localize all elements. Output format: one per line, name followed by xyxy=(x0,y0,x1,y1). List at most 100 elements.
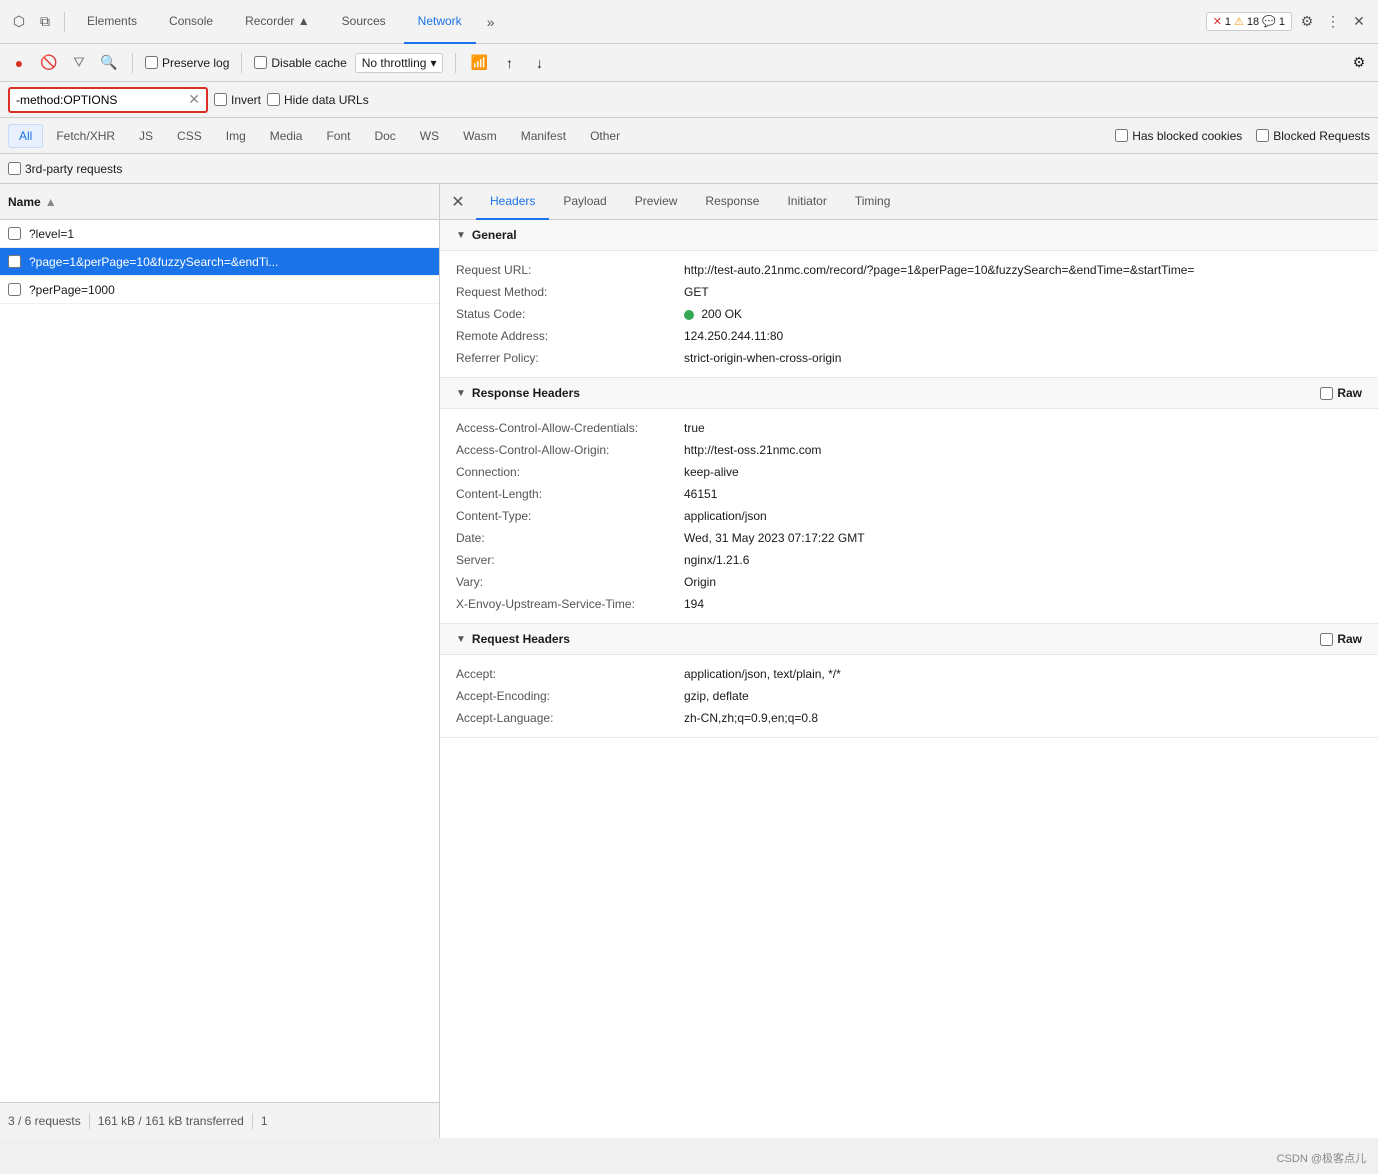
search-box[interactable]: ✕ xyxy=(8,87,208,113)
filter-tab-css[interactable]: CSS xyxy=(166,124,213,148)
error-count: ✕ xyxy=(1213,15,1222,28)
filter-bar: ✕ Invert Hide data URLs xyxy=(0,82,1378,118)
detail-row-server: Server: nginx/1.21.6 xyxy=(440,549,1378,571)
invert-checkbox[interactable]: Invert xyxy=(214,93,261,107)
clear-button[interactable]: 🚫 xyxy=(38,52,60,74)
sort-arrow-icon: ▲ xyxy=(45,195,57,209)
server-label: Server: xyxy=(456,553,676,567)
search-icon[interactable]: 🔍 xyxy=(98,52,120,74)
disable-cache-input[interactable] xyxy=(254,56,267,69)
request-item-0[interactable]: ?level=1 xyxy=(0,220,439,248)
more-icon[interactable]: ⋮ xyxy=(1322,11,1344,33)
divider xyxy=(64,12,65,32)
raw-checkbox-response[interactable]: Raw xyxy=(1320,386,1362,400)
raw-input-response[interactable] xyxy=(1320,387,1333,400)
request-list: ?level=1 ?page=1&perPage=10&fuzzySearch=… xyxy=(0,220,439,1102)
has-blocked-cookies-input[interactable] xyxy=(1115,129,1128,142)
filter-tab-media[interactable]: Media xyxy=(259,124,314,148)
wifi-icon[interactable]: 📶 xyxy=(468,52,490,74)
third-party-checkbox[interactable]: 3rd-party requests xyxy=(8,162,122,176)
filter-tab-manifest[interactable]: Manifest xyxy=(510,124,577,148)
content-length-label: Content-Length: xyxy=(456,487,676,501)
filter-tab-all[interactable]: All xyxy=(8,124,43,148)
preserve-log-checkbox[interactable]: Preserve log xyxy=(145,56,229,70)
throttle-select[interactable]: No throttling ▾ xyxy=(355,53,444,73)
request-headers-section-header[interactable]: ▼ Request Headers Raw xyxy=(440,624,1378,655)
tab-recorder[interactable]: Recorder ▲ xyxy=(231,0,324,44)
error-badge[interactable]: ✕ 1 ⚠ 18 💬 1 xyxy=(1206,12,1292,31)
main-content: Name ▲ ?level=1 ?page=1&perPage=10&fuzzy… xyxy=(0,184,1378,1138)
upload-icon[interactable]: ↑ xyxy=(498,52,520,74)
filter-tab-doc[interactable]: Doc xyxy=(363,124,406,148)
has-blocked-cookies-label: Has blocked cookies xyxy=(1132,129,1242,143)
invert-input[interactable] xyxy=(214,93,227,106)
close-icon[interactable]: ✕ xyxy=(1348,11,1370,33)
request-headers-body: Accept: application/json, text/plain, */… xyxy=(440,655,1378,737)
filter-tab-font[interactable]: Font xyxy=(315,124,361,148)
tab-payload[interactable]: Payload xyxy=(549,184,620,220)
tab-timing[interactable]: Timing xyxy=(841,184,905,220)
raw-checkbox-request[interactable]: Raw xyxy=(1320,632,1362,646)
aca-origin-label: Access-Control-Allow-Origin: xyxy=(456,443,676,457)
filter-tab-fetchxhr[interactable]: Fetch/XHR xyxy=(45,124,126,148)
request-checkbox-1[interactable] xyxy=(8,255,21,268)
search-input[interactable] xyxy=(16,93,184,107)
server-value: nginx/1.21.6 xyxy=(684,553,1362,567)
accept-value: application/json, text/plain, */* xyxy=(684,667,1362,681)
accept-encoding-label: Accept-Encoding: xyxy=(456,689,676,703)
request-item-2[interactable]: ?perPage=1000 xyxy=(0,276,439,304)
aca-credentials-label: Access-Control-Allow-Credentials: xyxy=(456,421,676,435)
tab-sources[interactable]: Sources xyxy=(328,0,400,44)
settings-icon[interactable]: ⚙ xyxy=(1296,11,1318,33)
third-party-label: 3rd-party requests xyxy=(25,162,122,176)
third-party-input[interactable] xyxy=(8,162,21,175)
filter-tab-wasm[interactable]: Wasm xyxy=(452,124,508,148)
filter-tab-img[interactable]: Img xyxy=(215,124,257,148)
filter-tab-js[interactable]: JS xyxy=(128,124,164,148)
warn-number: 18 xyxy=(1247,16,1259,28)
close-panel-button[interactable]: ✕ xyxy=(448,192,468,212)
tab-network[interactable]: Network xyxy=(404,0,476,44)
device-icon[interactable]: ⧉ xyxy=(34,11,56,33)
has-blocked-cookies-checkbox[interactable]: Has blocked cookies xyxy=(1115,129,1242,143)
blocked-requests-label: Blocked Requests xyxy=(1273,129,1370,143)
blocked-requests-input[interactable] xyxy=(1256,129,1269,142)
connection-value: keep-alive xyxy=(684,465,1362,479)
detail-row-aca-origin: Access-Control-Allow-Origin: http://test… xyxy=(440,439,1378,461)
chevron-down-icon: ▾ xyxy=(430,56,436,70)
request-checkbox-0[interactable] xyxy=(8,227,21,240)
preserve-log-input[interactable] xyxy=(145,56,158,69)
hide-data-urls-checkbox[interactable]: Hide data URLs xyxy=(267,93,369,107)
request-checkbox-2[interactable] xyxy=(8,283,21,296)
response-headers-section-header[interactable]: ▼ Response Headers Raw xyxy=(440,378,1378,409)
method-label: Request Method: xyxy=(456,285,676,299)
network-settings-icon[interactable]: ⚙ xyxy=(1348,52,1370,74)
tab-console[interactable]: Console xyxy=(155,0,227,44)
tab-preview[interactable]: Preview xyxy=(621,184,692,220)
hide-data-urls-input[interactable] xyxy=(267,93,280,106)
tab-elements[interactable]: Elements xyxy=(73,0,151,44)
filter-tab-other[interactable]: Other xyxy=(579,124,631,148)
tab-headers[interactable]: Headers xyxy=(476,184,549,220)
tab-initiator[interactable]: Initiator xyxy=(773,184,840,220)
more-tabs-icon[interactable]: » xyxy=(480,11,502,33)
detail-row-remote: Remote Address: 124.250.244.11:80 xyxy=(440,325,1378,347)
remote-label: Remote Address: xyxy=(456,329,676,343)
xeust-value: 194 xyxy=(684,597,1362,611)
filter-tab-ws[interactable]: WS xyxy=(409,124,450,148)
download-icon[interactable]: ↓ xyxy=(528,52,550,74)
cursor-icon[interactable]: ⬡ xyxy=(8,11,30,33)
detail-row-content-length: Content-Length: 46151 xyxy=(440,483,1378,505)
disable-cache-checkbox[interactable]: Disable cache xyxy=(254,56,346,70)
request-item-1[interactable]: ?page=1&perPage=10&fuzzySearch=&endTi... xyxy=(0,248,439,276)
tab-response[interactable]: Response xyxy=(691,184,773,220)
raw-input-request[interactable] xyxy=(1320,633,1333,646)
filter-icon[interactable]: ⛛ xyxy=(68,52,90,74)
third-party-bar: 3rd-party requests xyxy=(0,154,1378,184)
general-section-header[interactable]: ▼ General xyxy=(440,220,1378,251)
record-button[interactable]: ● xyxy=(8,52,30,74)
blocked-requests-checkbox[interactable]: Blocked Requests xyxy=(1256,129,1370,143)
clear-search-icon[interactable]: ✕ xyxy=(188,91,200,108)
request-headers-title: Request Headers xyxy=(472,632,570,646)
page-number: 1 xyxy=(261,1114,268,1128)
